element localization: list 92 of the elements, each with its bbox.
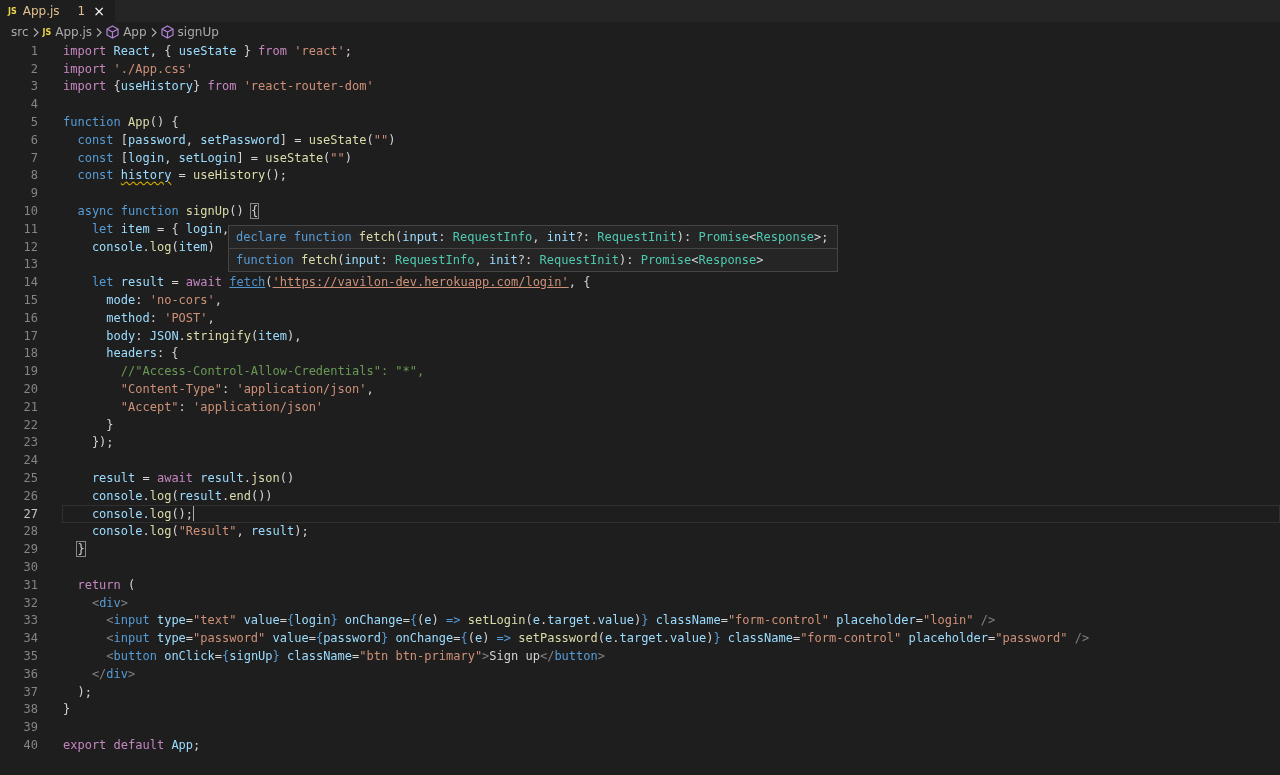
code-line: method: 'POST', [105, 310, 215, 325]
line-number: 24 [22, 453, 38, 468]
line-number: 30 [22, 560, 38, 574]
line-number: 4 [29, 97, 38, 112]
line-number: 8 [29, 168, 38, 183]
line-number: 14 [22, 275, 38, 290]
cube-icon [160, 25, 174, 39]
code-line: } [76, 542, 85, 557]
code-line: "Accept": 'application/json' [119, 399, 324, 414]
code-line: <div> [90, 595, 129, 610]
code-line: ); [76, 684, 92, 699]
code-line: <input type="text" value={login} onChange={(e) => setLogin(e.target.value)} className="form-control" placeholder="login" /> [105, 613, 996, 628]
tab-label: App.js [22, 4, 60, 18]
line-number: 6 [29, 132, 38, 147]
problem-count: 1 [77, 4, 86, 18]
line-number: 15 [22, 293, 38, 308]
line-number: 19 [22, 364, 38, 379]
chevron-icon [150, 27, 157, 37]
code-line: function App() { [63, 115, 179, 130]
line-number: 23 [22, 435, 38, 450]
signature-text: function fetch(input: RequestInfo, init?: RequestInit): Promise<Response> [236, 253, 764, 267]
line-number: 3 [29, 79, 38, 94]
line-number: 40 [22, 737, 38, 752]
file-type-label: JS [42, 27, 52, 37]
line-number: 28 [22, 524, 38, 539]
line-number: 5 [29, 115, 38, 130]
line-number: 31 [22, 577, 38, 592]
code-line: mode: 'no-cors', [105, 293, 222, 308]
line-number: 11 [22, 221, 38, 236]
line-number: 12 [22, 239, 38, 254]
line-number: 37 [22, 684, 38, 699]
breadcrumb-item[interactable]: JS App.js [42, 25, 93, 39]
line-number: 34 [22, 631, 38, 646]
editor-tab[interactable]: JS App.js 1 × [0, 0, 115, 22]
breadcrumb-item[interactable]: src [11, 25, 29, 39]
code-line: //"Access-Control-Allow-Credentials": "*", [119, 364, 425, 379]
code-line: </div> [90, 666, 136, 681]
code-line: import {useHistory} from 'react-router-dom' [63, 79, 374, 94]
code-line: let result = await fetch('https://vavilon-dev.herokuapp.com/login', { [90, 275, 591, 290]
code-line: console.log(item) [90, 239, 215, 254]
code-line: console.log(result.end()) [90, 488, 273, 503]
code-line: const history = useHistory(); [76, 168, 287, 183]
code-line: console.log(); [90, 506, 194, 521]
code-line: "Content-Type": 'application/json', [119, 382, 374, 397]
chevron-icon [96, 27, 103, 37]
code-line: export default App; [63, 737, 201, 752]
line-number: 16 [22, 310, 38, 325]
line-number: 13 [22, 257, 38, 272]
code-line: }); [90, 435, 114, 450]
code-line: result = await result.json() [90, 471, 295, 485]
code-line: async function signUp() { [76, 204, 259, 219]
code-line: } [105, 417, 114, 432]
line-number: 7 [29, 150, 38, 165]
code-line: const [login, setLogin] = useState("") [76, 150, 353, 165]
line-number: 35 [22, 649, 38, 663]
code-line: } [63, 702, 71, 717]
chevron-icon [32, 27, 39, 37]
code-line: headers: { [105, 346, 179, 361]
line-number: 36 [22, 666, 38, 681]
line-number: 27 [22, 506, 38, 521]
line-number: 39 [22, 720, 38, 735]
line-number: 38 [22, 702, 38, 717]
breadcrumb-item[interactable]: signUp [160, 25, 219, 39]
close-button[interactable]: × [91, 4, 107, 18]
code-line: import './App.css' [63, 61, 194, 76]
code-line: const [password, setPassword] = useState("") [76, 132, 396, 147]
code-line: body: JSON.stringify(item), [105, 328, 302, 343]
code-line: let item = { login, [90, 221, 230, 236]
code-line: import React, { useState } from 'react'; [63, 43, 353, 58]
line-number: 21 [22, 399, 38, 414]
cube-icon [106, 25, 120, 39]
code-line: console.log("Result", result); [90, 524, 309, 539]
line-number: 1 [29, 43, 38, 58]
line-number: 20 [22, 382, 38, 397]
line-number: 26 [22, 488, 38, 503]
code-line: return ( [76, 577, 136, 592]
code-line: <input type="password" value={password} onChange={(e) => setPassword(e.target.value)} className="form-control" placeholder="password" /> [105, 631, 1090, 646]
line-number: 29 [22, 542, 38, 557]
line-number: 2 [29, 61, 38, 76]
line-number: 10 [22, 204, 38, 219]
line-number: 17 [22, 328, 38, 343]
line-number: 33 [22, 613, 38, 628]
breadcrumb-item[interactable]: App [106, 25, 147, 39]
line-number: 32 [22, 595, 38, 610]
line-number: 9 [29, 186, 38, 201]
line-number: 25 [22, 471, 38, 485]
file-type-label: JS [8, 6, 17, 16]
signature-text: declare function fetch(input: RequestInfo, init?: RequestInit): Promise<Response>; [236, 230, 829, 244]
code-line: <button onClick={signUp} className="btn btn-primary">Sign up</button> [105, 649, 605, 663]
line-number: 22 [22, 417, 38, 432]
line-number: 18 [22, 346, 38, 361]
text-cursor [193, 506, 195, 522]
